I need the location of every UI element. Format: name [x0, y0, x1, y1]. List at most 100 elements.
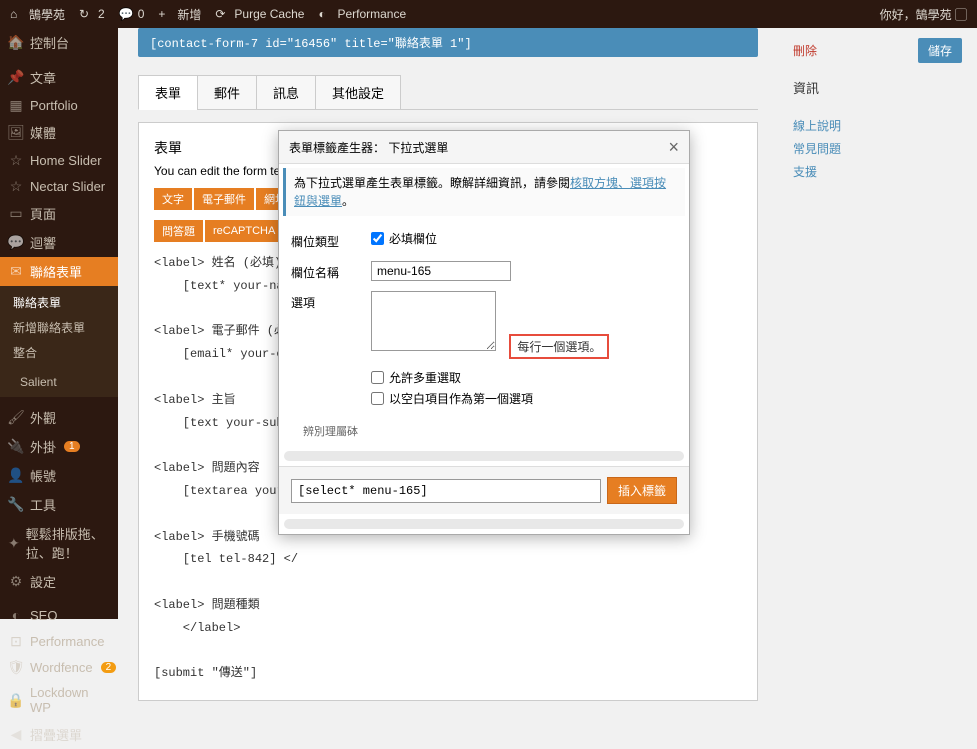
blank-checkbox[interactable]	[371, 392, 384, 405]
sidebar-item-tools[interactable]: 🔧工具	[0, 490, 118, 519]
sidebar-sub-integration[interactable]: 整合	[0, 340, 118, 365]
sidebar-item-appearance[interactable]: 🖌外觀	[0, 403, 118, 432]
seo-icon: ◐	[8, 607, 24, 623]
tag-btn-recaptcha[interactable]: reCAPTCHA	[205, 220, 283, 242]
sidebar-item-label: 帳號	[30, 466, 56, 485]
adminbar-comments[interactable]: 💬0	[119, 7, 145, 22]
new-label: 新增	[177, 6, 201, 23]
sidebar-submenu: 聯絡表單 新增聯絡表單 整合 Salient	[0, 286, 118, 397]
admin-sidebar: 🏠控制台 📌文章 ▦Portfolio 🖼 媒體 ☆Home Slider ☆ Ne…	[0, 28, 118, 619]
tab-other[interactable]: 其他設定	[315, 75, 401, 110]
adminbar-updates[interactable]: ↻2	[79, 7, 105, 22]
insert-shortcode-input[interactable]	[291, 479, 601, 503]
comment-icon: 💬	[119, 7, 134, 22]
sidebar-item-label: Nectar Slider	[30, 179, 105, 194]
sidebar-item-pages[interactable]: ▭頁面	[0, 199, 118, 228]
tab-mail[interactable]: 郵件	[197, 75, 257, 110]
sidebar-item-settings[interactable]: ⚙設定	[0, 567, 118, 596]
multi-checkbox[interactable]	[371, 371, 384, 384]
pin-icon: 📌	[8, 70, 24, 86]
modal-outer-scroll[interactable]	[284, 519, 684, 529]
sidebar-item-label: 頁面	[30, 204, 56, 223]
user-icon: 👤	[8, 468, 24, 484]
sidebar-item-wordfence[interactable]: 🛡Wordfence2	[0, 654, 118, 680]
options-textarea[interactable]	[371, 291, 496, 351]
sidebar-item-perf[interactable]: ⊡Performance	[0, 628, 118, 654]
sidebar-item-media[interactable]: 🖼 媒體	[0, 118, 118, 147]
truncated-label: 辨別理屬砵	[291, 421, 677, 441]
code-line: [submit "傳送"]	[154, 662, 742, 685]
right-sidebar: 刪除 儲存 資訊 線上說明 常見問題 支援	[778, 28, 977, 619]
adminbar-performance[interactable]: ◐Performance	[318, 7, 406, 22]
intro-text: 為下拉式選單產生表單標籤。瞭解詳細資訊，請參閱	[294, 176, 570, 190]
adminbar-purge[interactable]: ⟳Purge Cache	[215, 7, 304, 22]
sidebar-item-label: 媒體	[30, 123, 56, 142]
sidebar-sub-forms[interactable]: 聯絡表單	[0, 290, 118, 315]
sidebar-item-nectarslider[interactable]: ☆ Nectar Slider	[0, 173, 118, 199]
modal-form: 欄位類型 必填欄位 欄位名稱 選項 每行一個選項。 允許多重選取	[279, 220, 689, 451]
sidebar-item-seo[interactable]: ◐SEO	[0, 602, 118, 628]
sidebar-item-label: 輕鬆排版拖、拉、跑！	[26, 524, 110, 562]
field-name-input[interactable]	[371, 261, 511, 281]
tag-generator-modal: 表單標籤產生器： 下拉式選單 × 為下拉式選單產生表單標籤。瞭解詳細資訊，請參閱…	[278, 130, 690, 535]
info-link-docs[interactable]: 線上說明	[793, 117, 962, 134]
tag-btn-quiz[interactable]: 問答題	[154, 220, 203, 242]
comments-icon: 💬	[8, 235, 24, 251]
updates-icon: ↻	[79, 7, 94, 22]
modal-header: 表單標籤產生器： 下拉式選單 ×	[279, 131, 689, 164]
star-icon: ☆	[8, 178, 24, 194]
modal-close-button[interactable]: ×	[668, 138, 679, 156]
sidebar-item-label: 控制台	[30, 33, 69, 52]
shortcode-display[interactable]: [contact-form-7 id="16456" title="聯絡表單 1…	[138, 28, 758, 57]
sidebar-item-portfolio[interactable]: ▦Portfolio	[0, 92, 118, 118]
modal-intro: 為下拉式選單產生表單標籤。瞭解詳細資訊，請參閱核取方塊、選項按鈕與選單。	[283, 168, 685, 216]
sidebar-item-contact[interactable]: ✉聯絡表單	[0, 257, 118, 286]
perf-label: Performance	[337, 7, 406, 21]
field-name-label: 欄位名稱	[291, 261, 371, 281]
sidebar-item-dashboard[interactable]: 🏠控制台	[0, 28, 118, 57]
sidebar-item-label: Lockdown WP	[30, 685, 110, 715]
delete-link[interactable]: 刪除	[793, 42, 817, 59]
sidebar-item-homeslider[interactable]: ☆Home Slider	[0, 147, 118, 173]
plus-icon: +	[158, 7, 173, 22]
info-link-support[interactable]: 支援	[793, 163, 962, 180]
sidebar-item-label: 聯絡表單	[30, 262, 82, 281]
insert-tag-button[interactable]: 插入標籤	[607, 477, 677, 504]
modal-body: 為下拉式選單產生表單標籤。瞭解詳細資訊，請參閱核取方塊、選項按鈕與選單。 欄位類…	[279, 164, 689, 466]
collapse-icon: ◀	[8, 727, 24, 743]
tag-btn-email[interactable]: 電子郵件	[194, 188, 254, 210]
sidebar-sub-salient[interactable]: Salient	[0, 371, 118, 393]
sidebar-item-posts[interactable]: 📌文章	[0, 63, 118, 92]
save-button[interactable]: 儲存	[918, 38, 962, 63]
admin-bar: ⌂鵠學苑 ↻2 💬0 + 新增 ⟳Purge Cache ◐Performance…	[0, 0, 977, 28]
plug-icon: 🔌	[8, 439, 24, 455]
sidebar-item-label: Portfolio	[30, 98, 78, 113]
options-label: 選項	[291, 291, 371, 311]
sidebar-item-comments[interactable]: 💬 迴響	[0, 228, 118, 257]
required-label: 必填欄位	[389, 230, 437, 247]
shield-icon: 🛡	[8, 659, 24, 675]
tab-messages[interactable]: 訊息	[256, 75, 316, 110]
tab-form[interactable]: 表單	[138, 75, 198, 110]
sidebar-item-users[interactable]: 👤 帳號	[0, 461, 118, 490]
avatar-icon: ▢	[955, 8, 967, 22]
tag-btn-text[interactable]: 文字	[154, 188, 192, 210]
adminbar-site[interactable]: ⌂鵠學苑	[10, 6, 65, 23]
intro-text2: 。	[342, 194, 354, 208]
modal-inner-scroll[interactable]	[284, 451, 684, 461]
info-link-faq[interactable]: 常見問題	[793, 140, 962, 157]
sidebar-item-label: 迴響	[30, 233, 56, 252]
sidebar-item-plugins[interactable]: 🔌外掛1	[0, 432, 118, 461]
required-checkbox[interactable]	[371, 232, 384, 245]
blank-label: 以空白項目作為第一個選項	[389, 390, 533, 407]
sidebar-item-collapse[interactable]: ◀摺疊選單	[0, 720, 118, 749]
sidebar-sub-add[interactable]: 新增聯絡表單	[0, 315, 118, 340]
sidebar-item-easy[interactable]: ✦輕鬆排版拖、拉、跑！	[0, 519, 118, 567]
field-type-label: 欄位類型	[291, 230, 371, 250]
sidebar-item-label: Home Slider	[30, 153, 102, 168]
admin-bar-right[interactable]: 你好，鵠學苑 ▢	[880, 6, 967, 23]
modal-title: 表單標籤產生器： 下拉式選單	[289, 139, 448, 156]
adminbar-new[interactable]: + 新增	[158, 6, 201, 23]
media-icon: 🖼	[8, 125, 24, 141]
sidebar-item-lockdown[interactable]: 🔒Lockdown WP	[0, 680, 118, 720]
